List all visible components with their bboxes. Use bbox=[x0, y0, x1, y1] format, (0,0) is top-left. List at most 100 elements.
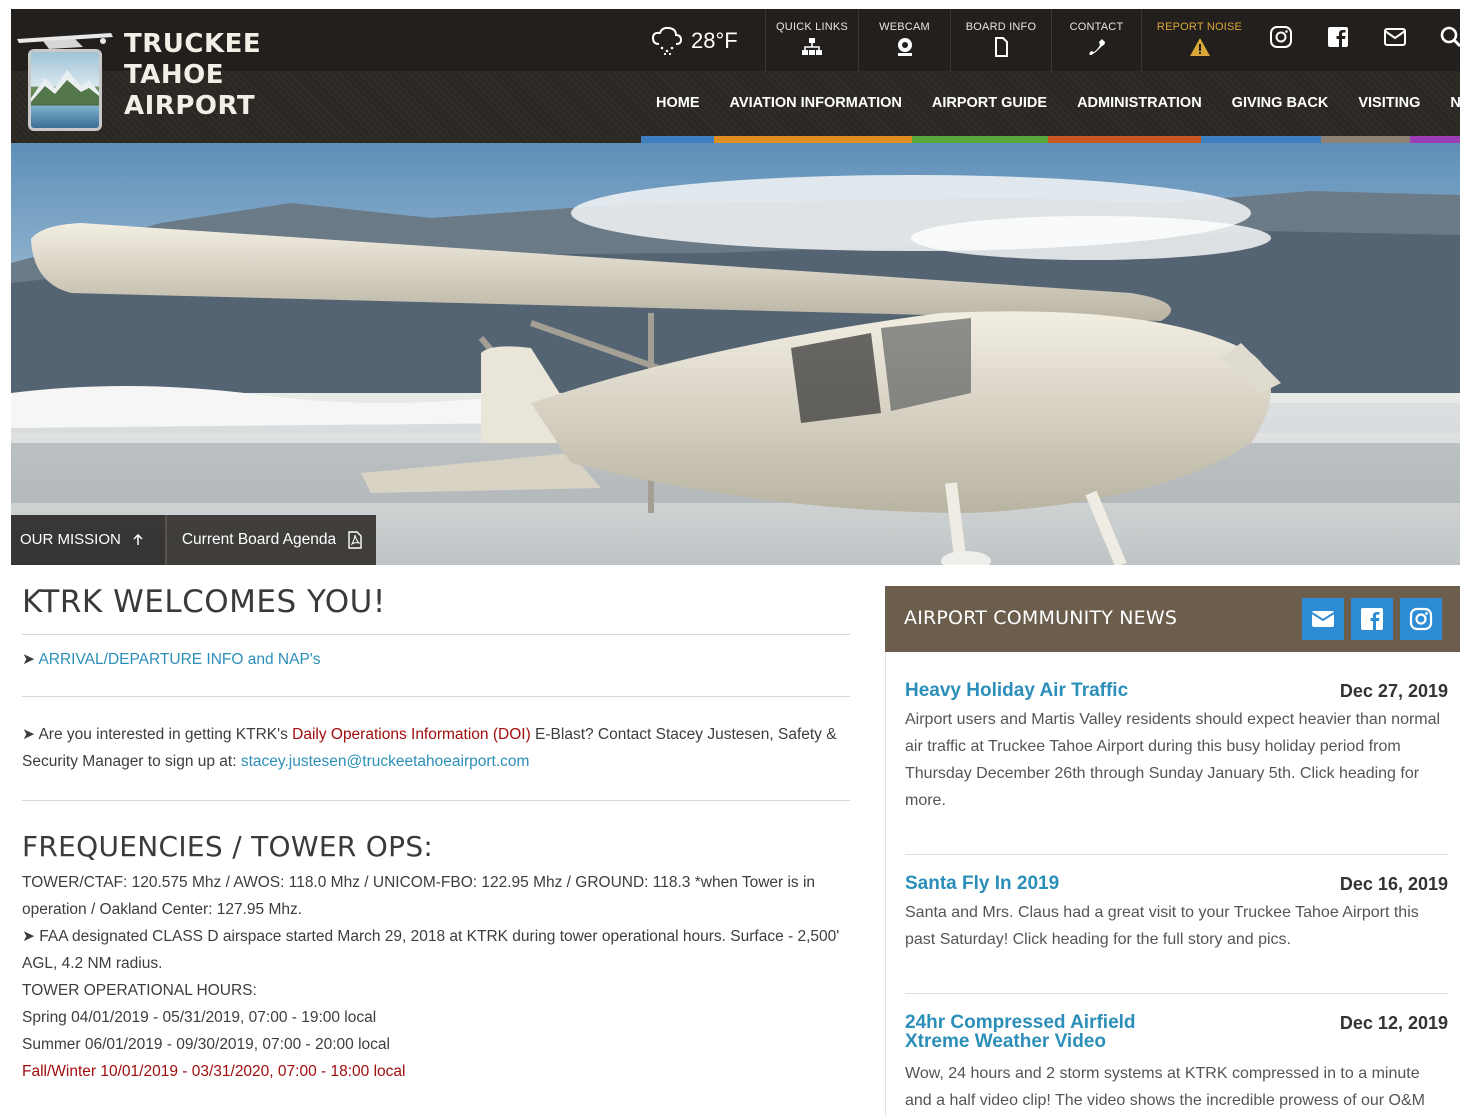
snow-cloud-icon bbox=[651, 26, 683, 56]
site-header: TRUCKEE TAHOE AIRPORT 28°F QUICK LINKS W… bbox=[11, 9, 1460, 143]
nav-giving-back[interactable]: GIVING BACK bbox=[1217, 88, 1344, 118]
current-board-agenda-label: Current Board Agenda bbox=[181, 531, 337, 548]
news-item-text: Airport users and Martis Valley resident… bbox=[905, 711, 1441, 809]
document-icon bbox=[995, 37, 1008, 57]
news-item-text: Santa and Mrs. Claus had a great visit t… bbox=[905, 904, 1419, 948]
instagram-icon[interactable] bbox=[1269, 25, 1293, 49]
logo-mountain-badge bbox=[28, 49, 102, 131]
news-list: Heavy Holiday Air Traffic Dec 27, 2019 A… bbox=[885, 652, 1460, 1116]
weather-temperature: 28°F bbox=[691, 28, 738, 53]
spring-hours: Spring 04/01/2019 - 05/31/2019, 07:00 - … bbox=[22, 1009, 377, 1026]
news-item-text: Wow, 24 hours and 2 storm systems at KTR… bbox=[905, 1065, 1425, 1109]
news-item-title[interactable]: Heavy Holiday Air Traffic bbox=[905, 681, 1205, 700]
news-item-date: Dec 27, 2019 bbox=[1339, 681, 1448, 701]
report-noise-label: REPORT NOISE bbox=[1156, 21, 1243, 33]
facebook-icon[interactable] bbox=[1326, 25, 1350, 49]
our-mission-tab[interactable]: OUR MISSION bbox=[11, 515, 165, 565]
arrow-up-icon bbox=[133, 534, 143, 545]
snow-covered-airplane-image bbox=[11, 143, 1460, 565]
arrow-bullet-icon: ➤ bbox=[22, 651, 39, 668]
news-item: Santa Fly In 2019 Dec 16, 2019 Santa and… bbox=[905, 874, 1448, 953]
webcam-icon bbox=[897, 38, 912, 56]
community-news-title: AIRPORT COMMUNITY NEWS bbox=[904, 607, 1178, 629]
divider bbox=[22, 696, 850, 697]
email-icon[interactable] bbox=[1383, 25, 1407, 49]
logo-plane-icon bbox=[17, 33, 113, 49]
news-instagram-button[interactable] bbox=[1400, 598, 1442, 640]
contact-button[interactable]: CONTACT bbox=[1051, 9, 1141, 71]
news-item-title[interactable]: Santa Fly In 2019 bbox=[905, 874, 1205, 893]
doi-highlight: Daily Operations Information (DOI) bbox=[292, 726, 531, 743]
quick-links-button[interactable]: QUICK LINKS bbox=[765, 9, 858, 71]
nav-color-bar-home bbox=[641, 136, 714, 143]
quick-links-label: QUICK LINKS bbox=[776, 21, 848, 33]
class-d-line: ➤ FAA designated CLASS D airspace starte… bbox=[22, 923, 850, 977]
nav-airport-guide[interactable]: AIRPORT GUIDE bbox=[917, 88, 1062, 118]
divider bbox=[22, 634, 850, 635]
tower-hours-heading: TOWER OPERATIONAL HOURS: bbox=[22, 982, 257, 999]
search-icon[interactable] bbox=[1439, 25, 1460, 49]
nav-color-bar-aviation bbox=[714, 136, 912, 143]
news-item: 24hr Compressed Airfield Xtreme Weather … bbox=[905, 1013, 1448, 1114]
news-item-title[interactable]: 24hr Compressed Airfield Xtreme Weather … bbox=[905, 1013, 1205, 1051]
nav-color-bar-admin bbox=[1048, 136, 1201, 143]
board-info-label: BOARD INFO bbox=[965, 21, 1037, 33]
doi-text-pre: Are you interested in getting KTRK's bbox=[38, 726, 293, 743]
site-logo[interactable]: TRUCKEE TAHOE AIRPORT bbox=[11, 21, 261, 136]
news-email-button[interactable] bbox=[1302, 598, 1344, 640]
facebook-icon bbox=[1361, 608, 1383, 630]
news-item-date: Dec 16, 2019 bbox=[1339, 874, 1448, 894]
sitemap-icon bbox=[802, 38, 822, 55]
doi-paragraph: ➤ Are you interested in getting KTRK's D… bbox=[22, 721, 850, 775]
nav-aviation-information[interactable]: AVIATION INFORMATION bbox=[715, 88, 917, 118]
weather-widget[interactable]: 28°F bbox=[651, 26, 738, 56]
arrival-departure-link[interactable]: ARRIVAL/DEPARTURE INFO and NAP's bbox=[38, 651, 320, 668]
nav-administration[interactable]: ADMINISTRATION bbox=[1062, 88, 1217, 118]
nav-color-bar-giving bbox=[1201, 136, 1321, 143]
webcam-button[interactable]: WEBCAM bbox=[858, 9, 950, 71]
main-content: KTRK WELCOMES YOU! ➤ ARRIVAL/DEPARTURE I… bbox=[22, 580, 850, 1085]
page-title: KTRK WELCOMES YOU! bbox=[22, 584, 386, 620]
news-item: Heavy Holiday Air Traffic Dec 27, 2019 A… bbox=[905, 681, 1448, 814]
our-mission-label: OUR MISSION bbox=[20, 531, 121, 548]
arrival-info-line: ➤ ARRIVAL/DEPARTURE INFO and NAP's bbox=[22, 646, 850, 673]
news-facebook-button[interactable] bbox=[1351, 598, 1393, 640]
nav-visiting[interactable]: VISITING bbox=[1343, 88, 1435, 118]
logo-wordmark: TRUCKEE TAHOE AIRPORT bbox=[124, 29, 261, 122]
fall-winter-hours: Fall/Winter 10/01/2019 - 03/31/2020, 07:… bbox=[22, 1063, 406, 1080]
current-board-agenda-tab[interactable]: Current Board Agenda bbox=[164, 515, 377, 565]
warning-icon bbox=[1189, 38, 1210, 56]
nav-color-bar-guide bbox=[912, 136, 1048, 143]
class-d-text: FAA designated CLASS D airspace started … bbox=[22, 928, 840, 972]
community-news-header: AIRPORT COMMUNITY NEWS bbox=[885, 586, 1460, 652]
safety-manager-email-link[interactable]: stacey.justesen@truckeetahoeairport.com bbox=[241, 753, 530, 770]
divider bbox=[22, 800, 850, 801]
frequencies-title: FREQUENCIES / TOWER OPS: bbox=[22, 830, 434, 863]
nav-home[interactable]: HOME bbox=[641, 88, 715, 118]
arrow-bullet-icon: ➤ bbox=[22, 726, 39, 743]
news-item-date: Dec 12, 2019 bbox=[1339, 1013, 1448, 1033]
arrow-bullet-icon: ➤ bbox=[22, 928, 40, 945]
main-navigation: HOME AVIATION INFORMATION AIRPORT GUIDE … bbox=[641, 88, 1460, 118]
pdf-icon bbox=[348, 531, 362, 549]
phone-icon bbox=[1088, 39, 1105, 55]
news-divider bbox=[905, 854, 1448, 855]
contact-label: CONTACT bbox=[1069, 21, 1124, 33]
webcam-label: WEBCAM bbox=[879, 21, 930, 33]
hero-banner: OUR MISSION Current Board Agenda bbox=[11, 143, 1460, 565]
instagram-icon bbox=[1409, 607, 1433, 631]
frequency-line: TOWER/CTAF: 120.575 Mhz / AWOS: 118.0 Mh… bbox=[22, 874, 816, 918]
news-divider bbox=[905, 993, 1448, 994]
nav-news[interactable]: NEWS bbox=[1435, 88, 1460, 118]
logo-line-3: AIRPORT bbox=[124, 91, 256, 121]
nav-color-bar-news bbox=[1410, 136, 1460, 143]
email-icon bbox=[1311, 611, 1335, 627]
summer-hours: Summer 06/01/2019 - 09/30/2019, 07:00 - … bbox=[22, 1036, 390, 1053]
logo-line-1: TRUCKEE bbox=[124, 29, 262, 59]
board-info-button[interactable]: BOARD INFO bbox=[950, 9, 1051, 71]
hero-tab-bar: OUR MISSION Current Board Agenda bbox=[11, 515, 377, 565]
frequencies-block: TOWER/CTAF: 120.575 Mhz / AWOS: 118.0 Mh… bbox=[22, 869, 850, 1085]
report-noise-button[interactable]: REPORT NOISE bbox=[1141, 9, 1257, 71]
nav-color-bar-visiting bbox=[1321, 136, 1410, 143]
community-news-panel: AIRPORT COMMUNITY NEWS Heavy Holiday Air… bbox=[885, 586, 1460, 1116]
